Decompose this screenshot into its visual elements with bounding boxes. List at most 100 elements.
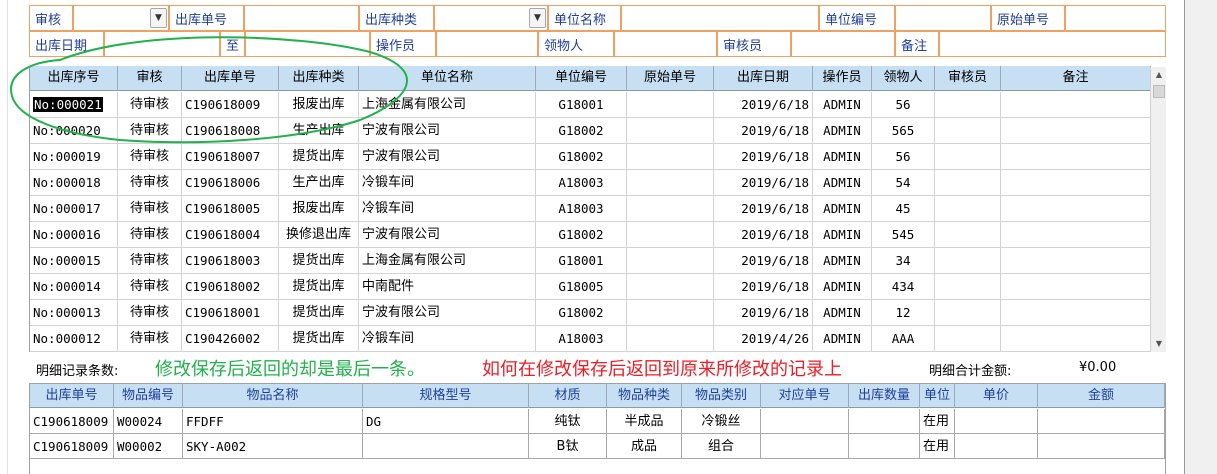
audit-combobox[interactable]: ▼ xyxy=(73,5,169,31)
master-cell-orig-no[interactable] xyxy=(627,248,714,274)
detail-cell-item-name[interactable]: SKY-A002 xyxy=(183,434,363,459)
master-cell-code[interactable]: G18002 xyxy=(536,300,627,326)
order-no-input[interactable] xyxy=(244,5,359,31)
master-cell-auditor[interactable] xyxy=(935,326,1001,352)
master-cell-orig-no[interactable] xyxy=(627,196,714,222)
master-cell-order-no[interactable]: C190618005 xyxy=(182,196,279,222)
detail-cell-item-kind[interactable]: 成品 xyxy=(607,434,682,459)
master-cell-audit[interactable]: 待审核 xyxy=(118,92,182,118)
original-no-input[interactable] xyxy=(1065,5,1166,31)
master-cell-order-no[interactable]: C190618006 xyxy=(182,170,279,196)
receiver-input[interactable] xyxy=(614,31,717,57)
master-cell-audit[interactable]: 待审核 xyxy=(118,326,182,352)
master-cell-code[interactable]: G18002 xyxy=(536,118,627,144)
master-cell-operator[interactable]: ADMIN xyxy=(813,144,872,170)
master-cell-order-no[interactable]: C190618004 xyxy=(182,222,279,248)
column-header-order-no[interactable]: 出库单号 xyxy=(182,66,279,91)
master-cell-seq[interactable]: No:000016 xyxy=(30,222,118,248)
operator-input[interactable] xyxy=(436,31,538,57)
auditor-input[interactable] xyxy=(791,31,895,57)
master-cell-receiver[interactable]: 434 xyxy=(872,274,935,300)
master-cell-remark[interactable] xyxy=(1001,248,1151,274)
master-cell-seq[interactable]: No:000019 xyxy=(30,144,118,170)
master-cell-audit[interactable]: 待审核 xyxy=(118,144,182,170)
master-cell-type[interactable]: 提货出库 xyxy=(279,326,359,352)
master-cell-remark[interactable] xyxy=(1001,144,1151,170)
master-cell-receiver[interactable]: 54 xyxy=(872,170,935,196)
master-cell-seq[interactable]: No:000012 xyxy=(30,326,118,352)
master-cell-order-no[interactable]: C190426002 xyxy=(182,326,279,352)
master-cell-seq[interactable]: No:000021 xyxy=(30,92,118,118)
master-cell-seq[interactable]: No:000014 xyxy=(30,274,118,300)
detail-cell-ref-no[interactable] xyxy=(761,409,849,434)
detail-cell-amount[interactable] xyxy=(1038,434,1165,459)
master-cell-operator[interactable]: ADMIN xyxy=(813,118,872,144)
master-cell-orig-no[interactable] xyxy=(627,274,714,300)
master-cell-receiver[interactable]: 56 xyxy=(872,92,935,118)
master-cell-remark[interactable] xyxy=(1001,92,1151,118)
column-header-audit[interactable]: 审核 xyxy=(118,66,182,91)
master-cell-operator[interactable]: ADMIN xyxy=(813,196,872,222)
master-cell-date[interactable]: 2019/6/18 xyxy=(714,170,813,196)
master-cell-date[interactable]: 2019/6/18 xyxy=(714,300,813,326)
master-cell-operator[interactable]: ADMIN xyxy=(813,248,872,274)
master-cell-receiver[interactable]: 45 xyxy=(872,196,935,222)
column-header-unit[interactable]: 单位 xyxy=(920,384,955,408)
master-cell-type[interactable]: 提货出库 xyxy=(279,300,359,326)
master-cell-type[interactable]: 换修退出库 xyxy=(279,222,359,248)
master-cell-orig-no[interactable] xyxy=(627,118,714,144)
master-cell-remark[interactable] xyxy=(1001,300,1151,326)
master-cell-auditor[interactable] xyxy=(935,196,1001,222)
column-header-auditor[interactable]: 审核员 xyxy=(935,66,1001,91)
detail-cell-item-code[interactable]: W00002 xyxy=(114,434,183,459)
master-cell-audit[interactable]: 待审核 xyxy=(118,222,182,248)
detail-cell-qty[interactable] xyxy=(849,434,920,459)
column-header-item-category[interactable]: 物品类别 xyxy=(682,384,761,408)
master-cell-order-no[interactable]: C190618009 xyxy=(182,92,279,118)
detail-cell-spec[interactable] xyxy=(363,434,529,459)
master-cell-receiver[interactable]: 56 xyxy=(872,144,935,170)
detail-cell-item-category[interactable]: 组合 xyxy=(682,434,761,459)
column-header-date[interactable]: 出库日期 xyxy=(714,66,813,91)
remark-input[interactable] xyxy=(939,31,1166,57)
master-cell-order-no[interactable]: C190618007 xyxy=(182,144,279,170)
column-header-item-kind[interactable]: 物品种类 xyxy=(607,384,682,408)
master-cell-type[interactable]: 报废出库 xyxy=(279,92,359,118)
master-cell-code[interactable]: G18005 xyxy=(536,274,627,300)
detail-cell-order-no[interactable]: C190618009 xyxy=(30,409,114,434)
master-row[interactable]: No:000012 待审核 C190426002 提货出库 冷锻车间 A18003 2019… xyxy=(30,326,1151,352)
company-code-input[interactable] xyxy=(895,5,991,31)
column-header-orig-no[interactable]: 原始单号 xyxy=(627,66,714,91)
master-cell-order-no[interactable]: C190618001 xyxy=(182,300,279,326)
master-cell-remark[interactable] xyxy=(1001,222,1151,248)
master-cell-seq[interactable]: No:000018 xyxy=(30,170,118,196)
detail-cell-amount[interactable] xyxy=(1038,409,1165,434)
master-cell-receiver[interactable]: 545 xyxy=(872,222,935,248)
master-row[interactable]: No:000017 待审核 C190618005 报废出库 冷锻车间 A18003 2019… xyxy=(30,196,1151,222)
master-row[interactable]: No:000020 待审核 C190618008 生产出库 宁波有限公司 G18002 20… xyxy=(30,118,1151,144)
master-cell-date[interactable]: 2019/6/18 xyxy=(714,274,813,300)
date-to-input[interactable] xyxy=(245,31,370,57)
master-cell-company[interactable]: 冷锻车间 xyxy=(359,196,536,222)
master-cell-company[interactable]: 中南配件 xyxy=(359,274,536,300)
master-cell-date[interactable]: 2019/4/26 xyxy=(714,326,813,352)
master-cell-company[interactable]: 冷锻车间 xyxy=(359,170,536,196)
master-row[interactable]: No:000021 待审核 C190618009 报废出库 上海金属有限公司 G18001… xyxy=(30,92,1151,118)
detail-cell-item-name[interactable]: FFDFF xyxy=(183,409,363,434)
master-cell-audit[interactable]: 待审核 xyxy=(118,118,182,144)
master-cell-auditor[interactable] xyxy=(935,144,1001,170)
master-cell-order-no[interactable]: C190618002 xyxy=(182,274,279,300)
master-cell-audit[interactable]: 待审核 xyxy=(118,300,182,326)
master-row[interactable]: No:000013 待审核 C190618001 提货出库 宁波有限公司 G18002 20… xyxy=(30,300,1151,326)
master-cell-company[interactable]: 上海金属有限公司 xyxy=(359,248,536,274)
master-cell-auditor[interactable] xyxy=(935,300,1001,326)
master-cell-receiver[interactable]: 12 xyxy=(872,300,935,326)
master-cell-code[interactable]: G18001 xyxy=(536,92,627,118)
master-cell-remark[interactable] xyxy=(1001,326,1151,352)
detail-cell-ref-no[interactable] xyxy=(761,434,849,459)
master-cell-receiver[interactable]: 34 xyxy=(872,248,935,274)
column-header-price[interactable]: 单价 xyxy=(955,384,1038,408)
outbound-master-grid[interactable]: 出库序号 审核 出库单号 出库种类 单位名称 单位编号 原始单号 出库日期 操作员 领物人 审核员备… xyxy=(29,66,1166,352)
master-cell-audit[interactable]: 待审核 xyxy=(118,170,182,196)
detail-cell-material[interactable]: B钛 xyxy=(529,434,607,459)
